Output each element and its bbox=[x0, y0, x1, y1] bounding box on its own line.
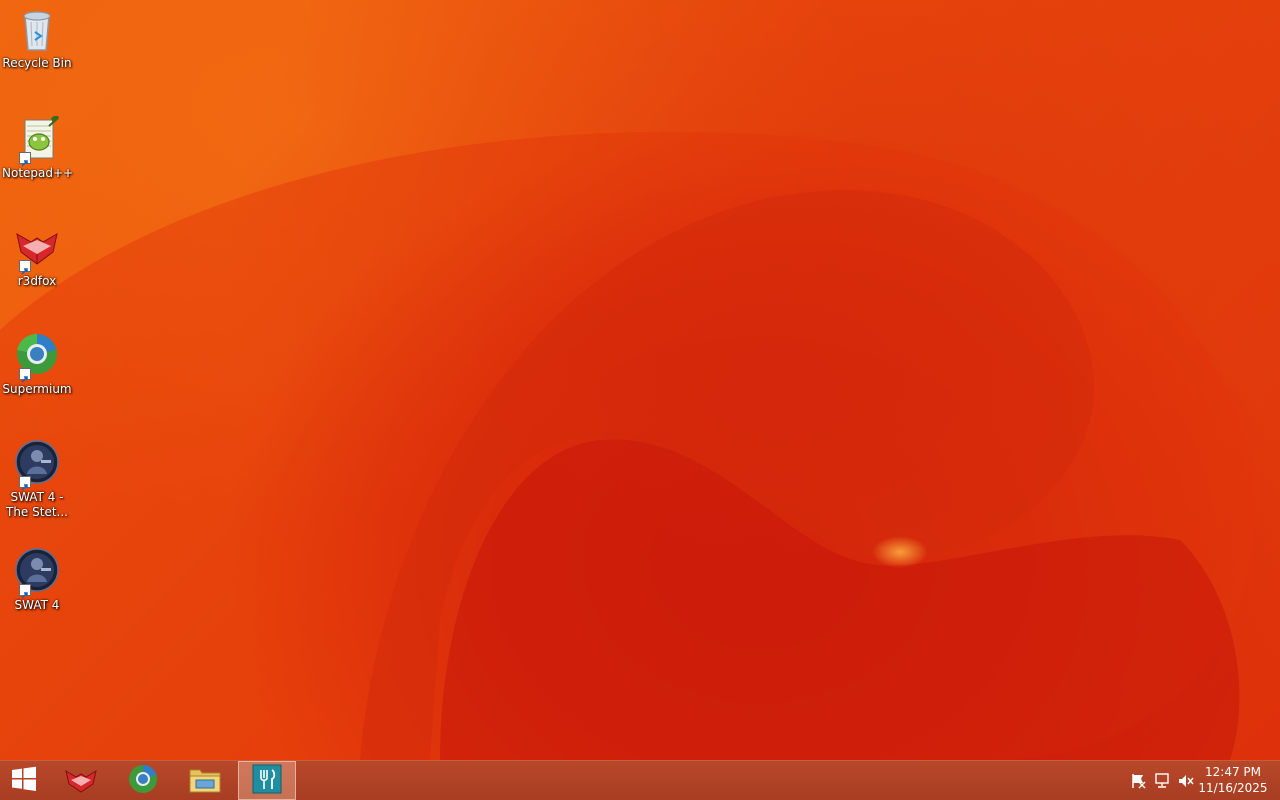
notepad-plus-plus-icon bbox=[13, 114, 61, 167]
desktop[interactable]: Recycle Bin Notepad++ r3dfox Supermium S… bbox=[0, 0, 1280, 760]
desktop-icon-swat4-expansion[interactable]: SWAT 4 - The Stet... bbox=[2, 440, 72, 520]
supermium-icon bbox=[127, 763, 159, 799]
desktop-icon-label: r3dfox bbox=[17, 274, 57, 288]
volume-muted-icon[interactable] bbox=[1176, 771, 1196, 791]
network-icon[interactable] bbox=[1152, 771, 1172, 791]
shortcut-arrow-icon bbox=[19, 476, 31, 491]
file-explorer-icon bbox=[188, 764, 222, 798]
clock-date: 11/16/2025 bbox=[1198, 781, 1268, 795]
swat4-icon bbox=[13, 548, 61, 599]
shortcut-arrow-icon bbox=[19, 368, 31, 383]
desktop-icon-label: SWAT 4 - The Stet... bbox=[6, 490, 68, 519]
taskbar-supermium-button[interactable] bbox=[114, 761, 172, 800]
shortcut-arrow-icon bbox=[19, 152, 31, 167]
windows-start-icon bbox=[10, 766, 38, 796]
taskbar-file-explorer-button[interactable] bbox=[176, 761, 234, 800]
system-clock[interactable]: 12:47 PM 11/16/2025 bbox=[1198, 764, 1268, 796]
r3dfox-icon bbox=[13, 224, 61, 275]
clock-time: 12:47 PM bbox=[1205, 765, 1261, 779]
desktop-icon-label: Recycle Bin bbox=[2, 56, 72, 70]
recycle-bin-icon bbox=[13, 6, 61, 54]
desktop-icon-label: Supermium bbox=[2, 382, 72, 396]
supermium-icon bbox=[13, 332, 61, 383]
taskbar: 12:47 PM 11/16/2025 bbox=[0, 760, 1280, 800]
app-store-icon bbox=[252, 764, 282, 798]
desktop-icon-label: Notepad++ bbox=[2, 166, 74, 180]
desktop-icon-recycle-bin[interactable]: Recycle Bin bbox=[2, 6, 72, 71]
desktop-icon-supermium[interactable]: Supermium bbox=[2, 332, 72, 397]
swat4-expansion-icon bbox=[13, 440, 61, 491]
shortcut-arrow-icon bbox=[19, 584, 31, 599]
desktop-icon-notepad-plus-plus[interactable]: Notepad++ bbox=[2, 114, 74, 181]
taskbar-app-store-button[interactable] bbox=[238, 761, 296, 800]
taskbar-r3dfox-button[interactable] bbox=[52, 761, 110, 800]
desktop-icon-swat4[interactable]: SWAT 4 bbox=[2, 548, 72, 613]
start-button[interactable] bbox=[0, 761, 48, 800]
r3dfox-icon bbox=[64, 765, 98, 797]
shortcut-arrow-icon bbox=[19, 260, 31, 275]
action-center-flag-icon[interactable] bbox=[1128, 771, 1148, 791]
desktop-icon-label: SWAT 4 bbox=[14, 598, 60, 612]
desktop-icon-r3dfox[interactable]: r3dfox bbox=[2, 224, 72, 289]
wallpaper-swirl bbox=[0, 131, 1255, 760]
